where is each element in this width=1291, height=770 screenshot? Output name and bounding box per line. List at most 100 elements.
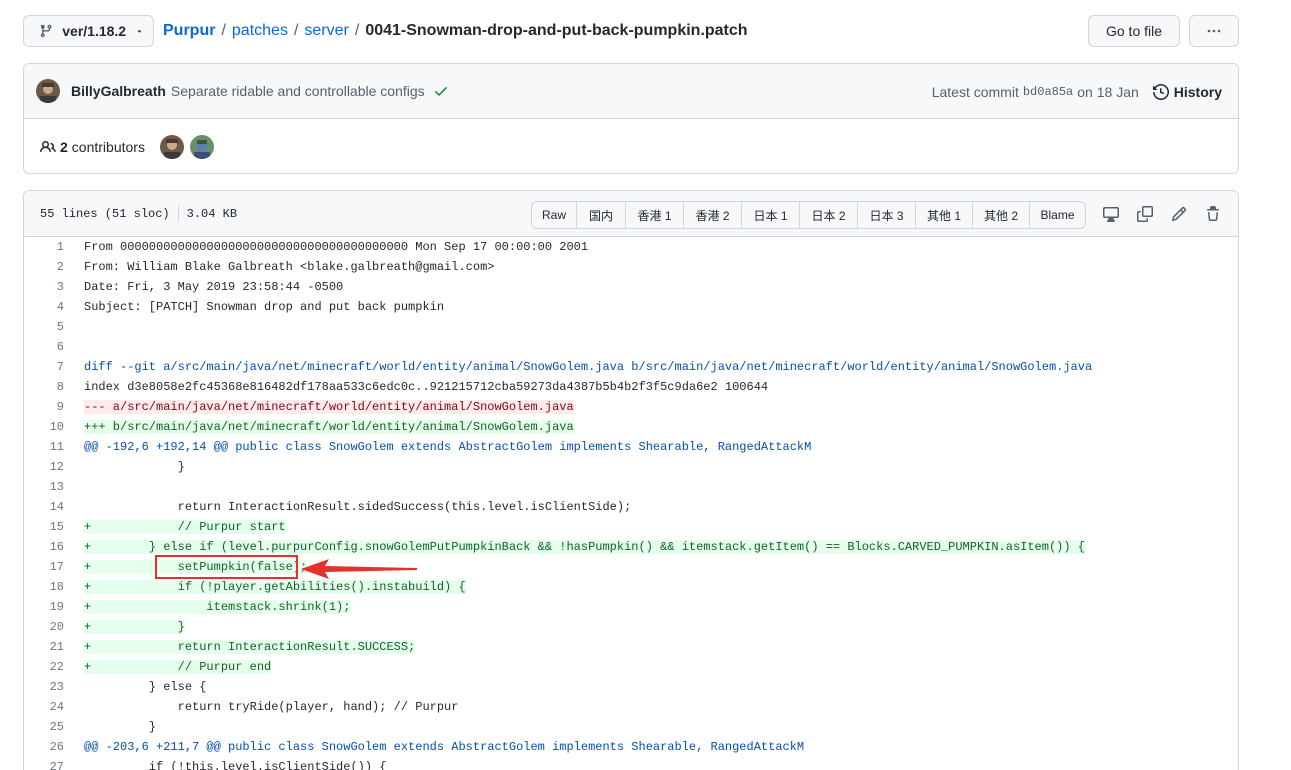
history-icon <box>1152 83 1169 100</box>
file-actions-button-group: Raw 国内 香港 1 香港 2 日本 1 日本 2 日本 3 其他 1 其他 … <box>531 201 1086 229</box>
code-line-text: + } else if (level.purpurConfig.snowGole… <box>84 540 1085 554</box>
line-number[interactable]: 8 <box>24 380 64 394</box>
line-number[interactable]: 16 <box>24 540 64 554</box>
code-line-text: + if (!player.getAbilities().instabuild)… <box>84 580 466 594</box>
line-number[interactable]: 6 <box>24 340 64 354</box>
people-icon <box>40 140 56 152</box>
commit-author[interactable]: BillyGalbreath <box>71 83 166 99</box>
commit-message[interactable]: Separate ridable and controllable config… <box>171 83 425 99</box>
breadcrumb-separator: / <box>354 22 360 39</box>
code-line: 19 + itemstack.shrink(1); <box>24 597 1238 617</box>
mirror-hk1-button[interactable]: 香港 1 <box>626 202 684 228</box>
line-number[interactable]: 1 <box>24 240 64 254</box>
breadcrumb-server-link[interactable]: server <box>304 22 348 40</box>
more-options-button[interactable] <box>1189 15 1239 47</box>
code-line-text: Date: Fri, 3 May 2019 23:58:44 -0500 <box>84 280 344 294</box>
latest-commit-row: BillyGalbreath Separate ridable and cont… <box>24 64 1238 119</box>
line-number[interactable]: 23 <box>24 680 64 694</box>
code-line-text: From 00000000000000000000000000000000000… <box>84 240 589 254</box>
code-line-text: return tryRide(player, hand); // Purpur <box>84 700 459 714</box>
trash-icon[interactable] <box>1205 206 1221 222</box>
code-line-text: Subject: [PATCH] Snowman drop and put ba… <box>84 300 445 314</box>
line-number[interactable]: 2 <box>24 260 64 274</box>
contributors-label[interactable]: contributors <box>72 139 145 155</box>
code-line-text: if (!this.level.isClientSide()) { <box>84 760 387 770</box>
mirror-other2-button[interactable]: 其他 2 <box>973 202 1030 228</box>
code-line-text: --- a/src/main/java/net/minecraft/world/… <box>84 400 574 414</box>
code-line: 5 <box>24 317 1238 337</box>
line-number[interactable]: 27 <box>24 760 64 770</box>
line-number[interactable]: 22 <box>24 660 64 674</box>
annotation-arrow-icon <box>301 559 417 579</box>
breadcrumb-patches-link[interactable]: patches <box>232 22 288 40</box>
line-number[interactable]: 14 <box>24 500 64 514</box>
avatar[interactable] <box>189 134 214 159</box>
latest-commit-box: BillyGalbreath Separate ridable and cont… <box>23 63 1239 174</box>
latest-commit-label: Latest commit <box>931 83 1019 100</box>
breadcrumb-separator: / <box>293 22 299 39</box>
contributors-count[interactable]: 2 <box>60 139 68 155</box>
code-line: 25 } <box>24 717 1238 737</box>
line-number[interactable]: 18 <box>24 580 64 594</box>
blame-button[interactable]: Blame <box>1030 202 1085 228</box>
branch-name: ver/1.18.2 <box>62 23 127 39</box>
line-number[interactable]: 10 <box>24 420 64 434</box>
mirror-jp1-button[interactable]: 日本 1 <box>742 202 800 228</box>
code-line-text: } else { <box>84 680 207 694</box>
code-line-text: index d3e8058e2fc45368e816482df178aa533c… <box>84 380 769 394</box>
mirror-jp3-button[interactable]: 日本 3 <box>858 202 916 228</box>
code-line: 11 @@ -192,6 +192,14 @@ public class Snow… <box>24 437 1238 457</box>
breadcrumb-separator: / <box>221 22 226 39</box>
line-number[interactable]: 12 <box>24 460 64 474</box>
code-line: 18 + if (!player.getAbilities().instabuil… <box>24 577 1238 597</box>
code-line-text: + } <box>84 620 185 634</box>
pencil-icon[interactable] <box>1171 206 1187 222</box>
go-to-file-button[interactable]: Go to file <box>1088 15 1180 47</box>
mirror-cn-button[interactable]: 国内 <box>577 202 626 228</box>
line-number[interactable]: 25 <box>24 720 64 734</box>
file-header: 55 lines (51 sloc) 3.04 KB Raw 国内 香港 1 香… <box>24 191 1238 237</box>
avatar[interactable] <box>159 134 184 159</box>
line-number[interactable]: 3 <box>24 280 64 294</box>
code-line: 3 Date: Fri, 3 May 2019 23:58:44 -0500 <box>24 277 1238 297</box>
code-line: 1 From 0000000000000000000000000000000000… <box>24 237 1238 257</box>
branch-selector-button[interactable]: ver/1.18.2 <box>23 15 154 47</box>
line-number[interactable]: 19 <box>24 600 64 614</box>
code-line-text: From: William Blake Galbreath <blake.gal… <box>84 260 495 274</box>
commit-meta: Latest commit bd0a85a on 18 Jan History <box>932 64 1238 119</box>
code-line: 14 return InteractionResult.sidedSuccess… <box>24 497 1238 517</box>
code-line-text: } <box>84 460 185 474</box>
line-number[interactable]: 21 <box>24 640 64 654</box>
code-line: 20 + } <box>24 617 1238 637</box>
desktop-icon[interactable] <box>1103 206 1119 222</box>
code-line: 23 } else { <box>24 677 1238 697</box>
kebab-horizontal-icon <box>1207 29 1221 33</box>
check-icon[interactable] <box>433 83 449 99</box>
commit-sha-link[interactable]: bd0a85a <box>1023 85 1073 99</box>
commit-date: on 18 Jan <box>1077 83 1139 100</box>
line-number[interactable]: 13 <box>24 480 64 494</box>
breadcrumb-file-name: 0041-Snowman-drop-and-put-back-pumpkin.p… <box>365 22 748 39</box>
breadcrumb-repo-link[interactable]: Purpur <box>163 22 215 40</box>
history-link[interactable]: History <box>1152 83 1222 100</box>
code-line: 13 <box>24 477 1238 497</box>
git-branch-icon <box>40 24 52 38</box>
line-number[interactable]: 9 <box>24 400 64 414</box>
raw-button[interactable]: Raw <box>532 202 577 228</box>
line-number[interactable]: 20 <box>24 620 64 634</box>
avatar[interactable] <box>36 79 60 103</box>
line-number[interactable]: 11 <box>24 440 64 454</box>
line-number[interactable]: 24 <box>24 700 64 714</box>
line-number[interactable]: 17 <box>24 560 64 574</box>
line-number[interactable]: 5 <box>24 320 64 334</box>
mirror-hk2-button[interactable]: 香港 2 <box>684 202 742 228</box>
line-number[interactable]: 7 <box>24 360 64 374</box>
mirror-other1-button[interactable]: 其他 1 <box>916 202 973 228</box>
copy-icon[interactable] <box>1137 206 1153 222</box>
mirror-jp2-button[interactable]: 日本 2 <box>800 202 858 228</box>
line-number[interactable]: 26 <box>24 740 64 754</box>
line-number[interactable]: 15 <box>24 520 64 534</box>
line-number[interactable]: 4 <box>24 300 64 314</box>
code-line: 10 +++ b/src/main/java/net/minecraft/worl… <box>24 417 1238 437</box>
code-line: 6 <box>24 337 1238 357</box>
